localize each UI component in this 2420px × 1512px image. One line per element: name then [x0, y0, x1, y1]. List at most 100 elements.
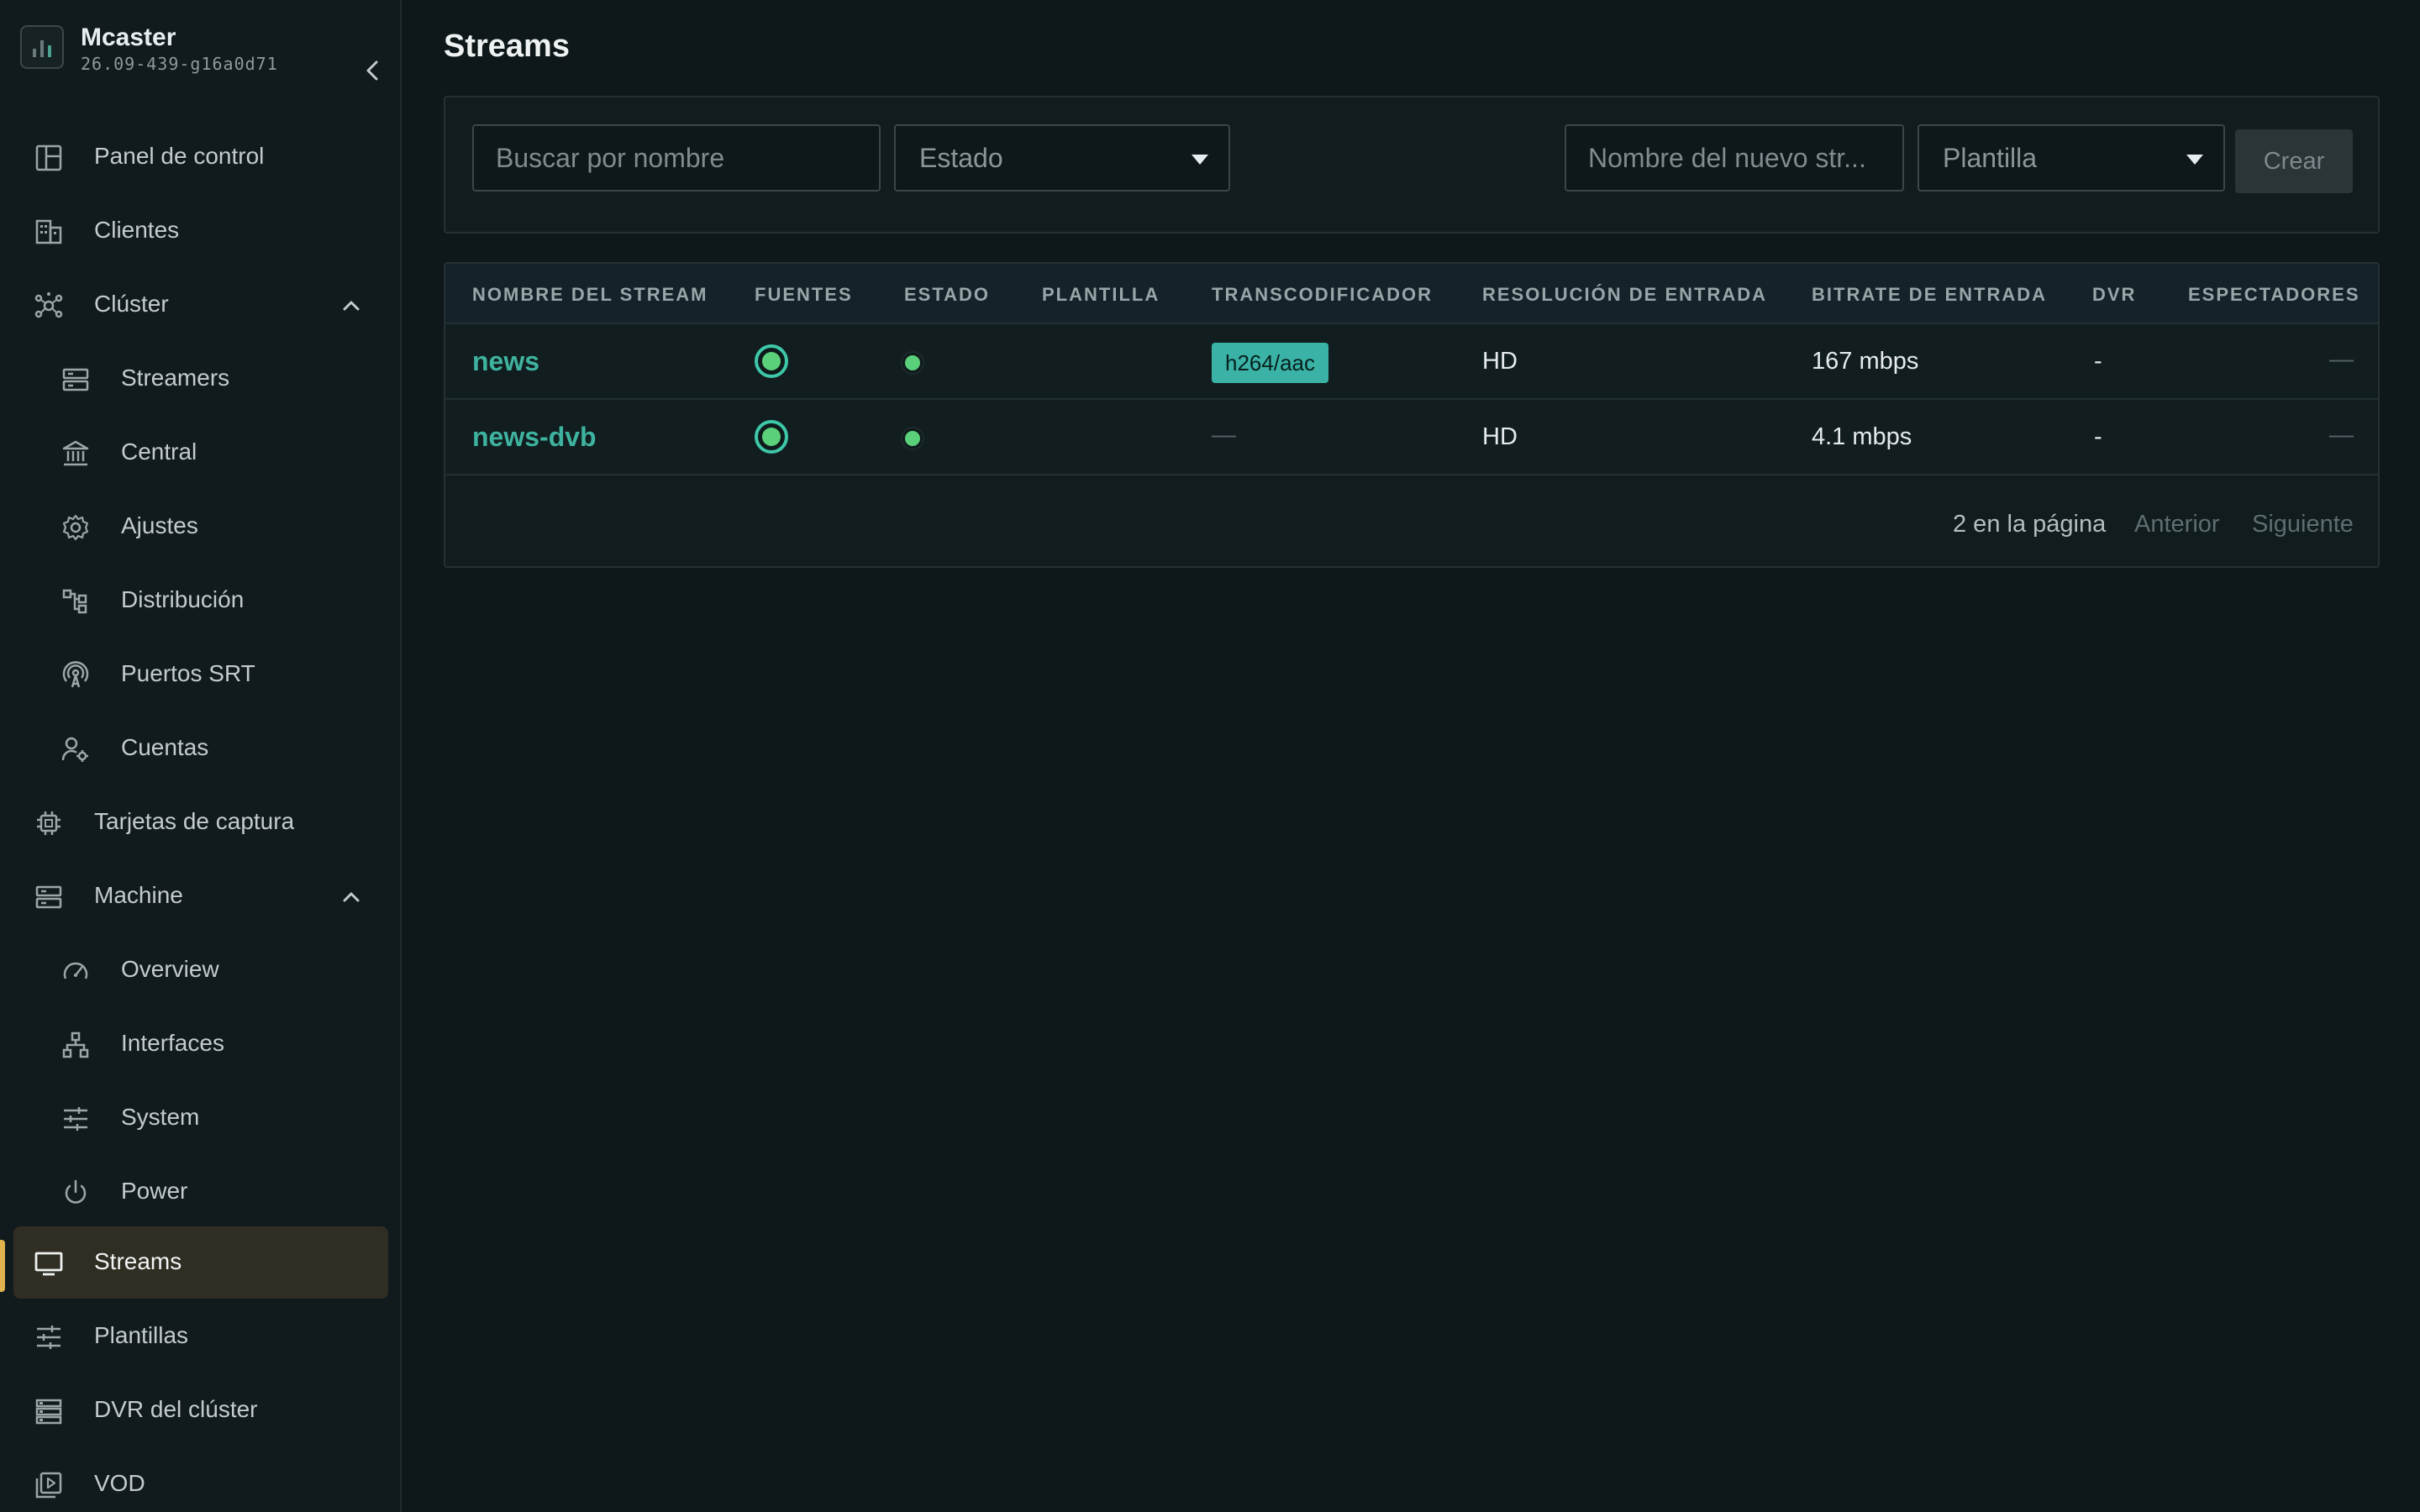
sidebar-item-label: Puertos SRT — [121, 660, 255, 686]
sidebar-item-label: Cuentas — [121, 734, 209, 760]
column-header[interactable]: NOMBRE DEL STREAM — [472, 284, 708, 306]
app-version: 26.09-439-g16a0d71 — [81, 54, 278, 74]
dvr-cell: - — [2094, 423, 2102, 450]
chevron-up-icon — [343, 892, 360, 902]
sidebar-item-cuentas[interactable]: Cuentas — [13, 712, 388, 785]
transcoder-badge: h264/aac — [1212, 343, 1328, 383]
status-select[interactable]: Estado — [894, 124, 1230, 192]
network-icon — [62, 1032, 89, 1058]
search-input[interactable] — [474, 126, 879, 190]
transcoder-cell: — — [1212, 422, 1236, 449]
column-header[interactable]: FUENTES — [755, 284, 853, 306]
sidebar-item-label: Distribución — [121, 586, 245, 612]
sidebar-item-ajustes[interactable]: Ajustes — [13, 491, 388, 563]
column-header[interactable]: BITRATE DE ENTRADA — [1812, 284, 2047, 306]
sidebar-item-cluster[interactable]: Clúster — [13, 269, 388, 341]
sidebar-item-label: Plantillas — [94, 1322, 189, 1348]
resolution-cell: HD — [1482, 423, 1518, 450]
sidebar: Mcaster 26.09-439-g16a0d71 Panel de cont… — [0, 0, 402, 1512]
brand: Mcaster 26.09-439-g16a0d71 — [20, 24, 381, 81]
sidebar-item-tarjetas-de-captura[interactable]: Tarjetas de captura — [13, 786, 388, 858]
streams-table: NOMBRE DEL STREAM FUENTES ESTADO PLANTIL… — [444, 262, 2380, 568]
collapse-sidebar-button[interactable] — [360, 57, 387, 84]
sidebar-item-system[interactable]: System — [13, 1082, 388, 1154]
sidebar-item-label: Panel de control — [94, 143, 265, 169]
previous-page-button[interactable]: Anterior — [2134, 511, 2220, 538]
sidebar-item-power[interactable]: Power — [13, 1156, 388, 1228]
sidebar-item-overview[interactable]: Overview — [13, 934, 388, 1006]
sidebar-item-label: Streams — [94, 1248, 182, 1274]
template-select[interactable]: Plantilla — [1918, 124, 2225, 192]
column-header[interactable]: DVR — [2092, 284, 2136, 306]
sidebar-item-streamers[interactable]: Streamers — [13, 343, 388, 415]
new-stream-name-input[interactable] — [1566, 126, 1902, 190]
viewers-cell: — — [2329, 422, 2354, 449]
chevron-left-icon — [366, 60, 378, 81]
sidebar-item-panel-de-control[interactable]: Panel de control — [13, 121, 388, 193]
cluster-icon — [34, 292, 63, 318]
column-header[interactable]: TRANSCODIFICADOR — [1212, 284, 1433, 306]
column-header[interactable]: RESOLUCIÓN DE ENTRADA — [1482, 284, 1767, 306]
status-running-icon — [901, 427, 924, 450]
sidebar-item-label: VOD — [94, 1470, 145, 1496]
antenna-icon — [62, 661, 89, 688]
resolution-cell: HD — [1482, 348, 1518, 375]
sidebar-item-vod[interactable]: VOD — [13, 1448, 388, 1512]
toolbar: Estado Plantilla Crear — [444, 96, 2380, 234]
gauge-icon — [63, 962, 88, 979]
column-header[interactable]: PLANTILLA — [1042, 284, 1160, 306]
sidebar-item-label: Clientes — [94, 217, 180, 243]
sidebar-item-central[interactable]: Central — [13, 417, 388, 489]
chevron-up-icon — [343, 301, 360, 311]
sidebar-item-label: Machine — [94, 882, 183, 908]
dashboard-icon — [35, 144, 62, 171]
sidebar-item-puertos-srt[interactable]: Puertos SRT — [13, 638, 388, 711]
logo-icon — [20, 25, 64, 69]
sidebar-item-distribucion[interactable]: Distribución — [13, 564, 388, 637]
building-icon — [35, 219, 62, 244]
storage-icon — [35, 1399, 62, 1425]
table-header: NOMBRE DEL STREAM FUENTES ESTADO PLANTIL… — [445, 264, 2378, 324]
server-icon — [35, 885, 62, 909]
sidebar-item-plantillas[interactable]: Plantillas — [13, 1300, 388, 1373]
chip-icon — [37, 811, 60, 835]
sidebar-item-label: Tarjetas de captura — [94, 808, 295, 834]
sidebar-item-label: Ajustes — [121, 512, 198, 538]
sidebar-item-label: System — [121, 1104, 200, 1130]
page-title: Streams — [444, 29, 570, 64]
column-header[interactable]: ESPECTADORES — [2188, 284, 2360, 306]
bitrate-cell: 4.1 mbps — [1812, 423, 1912, 450]
power-icon — [65, 1179, 87, 1204]
sidebar-item-dvr-del-cluster[interactable]: DVR del clúster — [13, 1374, 388, 1446]
search-field — [472, 124, 881, 192]
column-header[interactable]: ESTADO — [904, 284, 990, 306]
dvr-cell: - — [2094, 348, 2102, 375]
bitrate-cell: 167 mbps — [1812, 348, 1919, 375]
hierarchy-icon — [62, 589, 87, 614]
monitor-icon — [34, 1252, 63, 1276]
caret-down-icon — [2186, 155, 2203, 165]
create-button[interactable]: Crear — [2235, 129, 2353, 193]
sidebar-item-machine[interactable]: Machine — [13, 860, 388, 932]
table-row[interactable]: news-dvb — HD 4.1 mbps - — — [445, 400, 2378, 475]
active-indicator — [0, 1240, 5, 1292]
stream-name-link[interactable]: news-dvb — [472, 422, 597, 453]
user-gear-icon — [61, 737, 88, 762]
table-row[interactable]: news h264/aac HD 167 mbps - — — [445, 324, 2378, 400]
sliders-icon — [64, 1107, 87, 1131]
stream-name-link[interactable]: news — [472, 346, 539, 377]
sidebar-item-streams[interactable]: Streams — [13, 1226, 388, 1299]
sidebar-item-label: Central — [121, 438, 197, 465]
sidebar-item-label: Overview — [121, 956, 219, 982]
sidebar-item-label: Streamers — [121, 365, 230, 391]
page-count-label: 2 en la página — [1953, 511, 2107, 538]
next-page-button[interactable]: Siguiente — [2252, 511, 2354, 538]
sidebar-item-clientes[interactable]: Clientes — [13, 195, 388, 267]
viewers-cell: — — [2329, 346, 2354, 373]
status-running-icon — [901, 351, 924, 375]
sidebar-item-label: Power — [121, 1178, 188, 1204]
sliders-icon — [37, 1326, 60, 1349]
caret-down-icon — [1192, 155, 1208, 165]
new-stream-name-field — [1565, 124, 1904, 192]
sidebar-item-interfaces[interactable]: Interfaces — [13, 1008, 388, 1080]
